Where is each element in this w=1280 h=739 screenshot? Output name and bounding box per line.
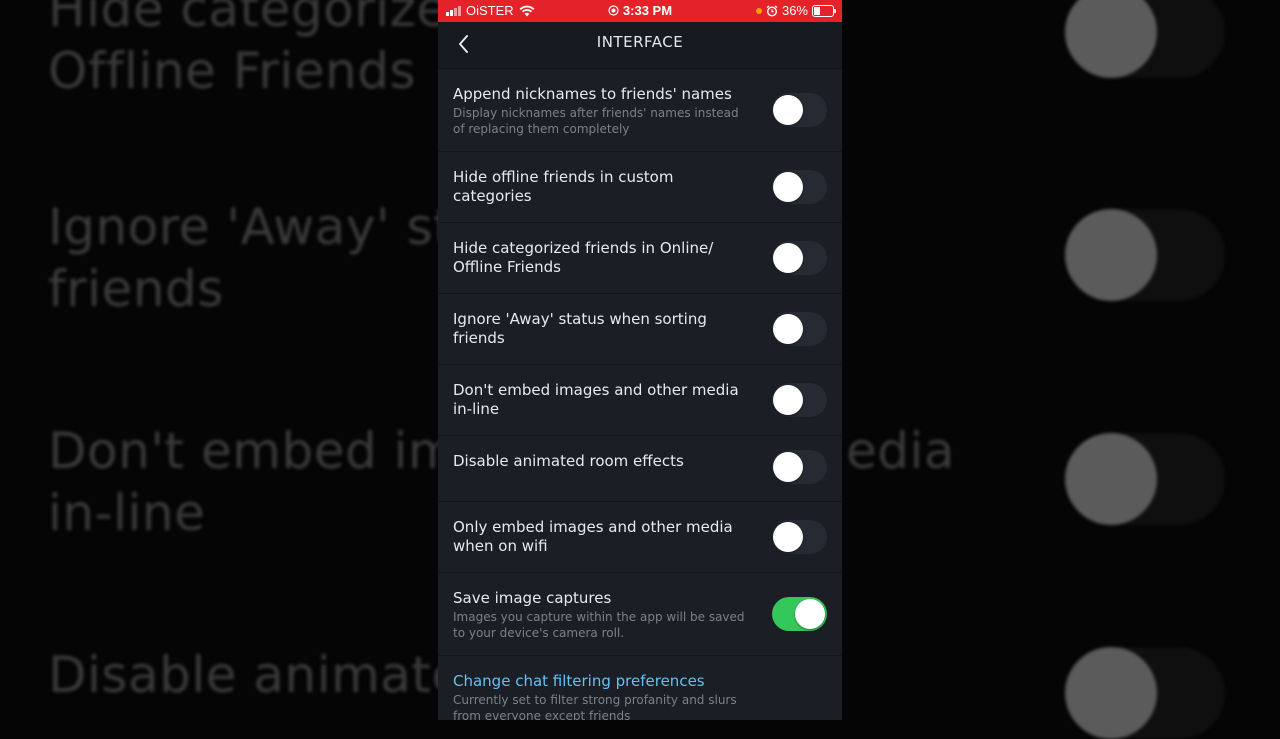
chat-filter-link[interactable]: Change chat filtering preferences	[453, 672, 827, 691]
setting-label: Ignore 'Away' status when sorting friend…	[453, 310, 707, 347]
setting-row-ignore-away: Ignore 'Away' status when sorting friend…	[438, 294, 842, 365]
screen-record-icon	[608, 5, 619, 16]
toggle-hide-offline-custom[interactable]	[772, 170, 827, 204]
setting-row-hide-categorized: Hide categorized friends in Online/ Offl…	[438, 223, 842, 294]
settings-list: Append nicknames to friends' names Displ…	[438, 69, 842, 720]
setting-label: Hide offline friends in custom categorie…	[453, 168, 674, 205]
setting-label: Hide categorized friends in Online/ Offl…	[453, 239, 714, 276]
setting-row-dont-embed: Don't embed images and other media in-li…	[438, 365, 842, 436]
background-toggle	[1065, 647, 1225, 739]
background-toggle	[1065, 0, 1225, 78]
page-title: INTERFACE	[596, 33, 684, 51]
setting-row-wifi-only: Only embed images and other media when o…	[438, 502, 842, 573]
setting-row-disable-animated: Disable animated room effects	[438, 436, 842, 502]
background-text-embed-right: edia	[846, 422, 956, 480]
toggle-save-captures[interactable]	[772, 597, 827, 631]
setting-row-hide-offline-custom: Hide offline friends in custom categorie…	[438, 152, 842, 223]
chat-filter-row[interactable]: Change chat filtering preferences Curren…	[438, 656, 842, 720]
time-label: 3:33 PM	[622, 3, 673, 18]
battery-icon	[812, 4, 836, 17]
toggle-append-nicknames[interactable]	[772, 93, 827, 127]
setting-label: Disable animated room effects	[453, 452, 684, 470]
setting-label: Don't embed images and other media in-li…	[453, 381, 739, 418]
setting-row-save-captures: Save image captures Images you capture w…	[438, 573, 842, 656]
setting-row-append-nicknames: Append nicknames to friends' names Displ…	[438, 69, 842, 152]
status-right: 36%	[755, 3, 836, 18]
mic-indicator-icon	[755, 7, 762, 14]
background-toggle	[1065, 209, 1225, 301]
toggle-disable-animated[interactable]	[772, 450, 827, 484]
background-text-embed: Don't embed ima in-line	[48, 422, 488, 542]
alarm-icon	[766, 4, 778, 17]
background-text-ignore: Ignore 'Away' sta friends	[48, 198, 484, 318]
setting-label: Save image captures	[453, 589, 612, 607]
setting-description: Images you capture within the app will b…	[453, 610, 745, 640]
background-toggle	[1065, 433, 1225, 525]
navigation-bar: INTERFACE	[438, 22, 842, 69]
toggle-ignore-away[interactable]	[772, 312, 827, 346]
setting-label: Only embed images and other media when o…	[453, 518, 733, 555]
toggle-hide-categorized[interactable]	[772, 241, 827, 275]
background-text-top: Hide categorized Offline Friends	[48, 0, 480, 100]
status-bar: OiSTER 3:33 PM 36%	[438, 0, 842, 22]
battery-percent: 36%	[781, 3, 808, 18]
setting-label: Append nicknames to friends' names	[453, 85, 732, 103]
setting-description: Display nicknames after friends' names i…	[453, 106, 739, 136]
toggle-dont-embed[interactable]	[772, 383, 827, 417]
chat-filter-description: Currently set to filter strong profanity…	[453, 693, 737, 720]
toggle-wifi-only[interactable]	[772, 520, 827, 554]
background-text-animated: Disable animated	[48, 646, 496, 704]
phone-screen: OiSTER 3:33 PM 36% INTERFACE Append nick…	[438, 0, 842, 720]
